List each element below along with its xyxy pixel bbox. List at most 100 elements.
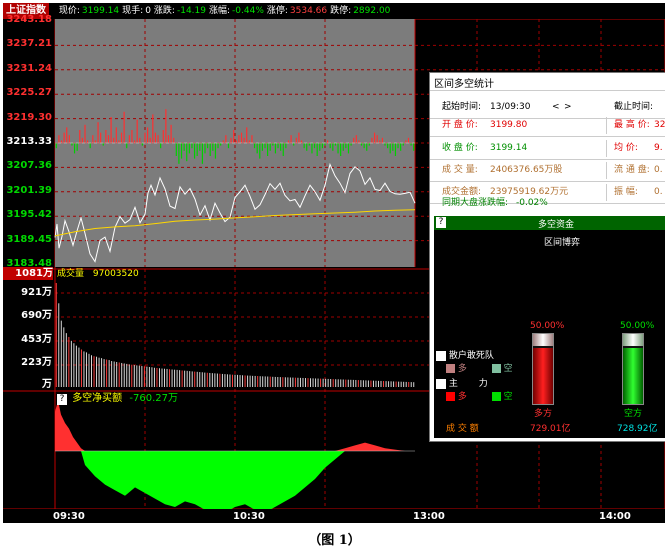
panel-title-bar[interactable]: 区间多空统计 — [430, 73, 665, 91]
retail-label: 散户敢死队 — [448, 351, 494, 361]
volume-axis-label: 223万 — [21, 357, 52, 368]
help-icon[interactable]: ? — [436, 217, 446, 228]
main-legend: 多 空 — [446, 389, 513, 402]
price-axis-label: 3219.30 — [6, 111, 52, 123]
quote-header: 上证指数 现价: 3199.14 现手: 0 涨跌: -14.19 涨幅: -0.44% 涨停:… — [3, 3, 665, 19]
panel-title: 区间多空统计 — [434, 79, 494, 90]
stat-value: 3199.14 — [490, 143, 528, 153]
main-short-label: 空 — [503, 392, 513, 402]
main-long-swatch — [446, 392, 455, 401]
stat-value: 0. — [654, 165, 663, 175]
main-force-checkbox[interactable]: 主 力 — [436, 376, 488, 389]
quote-field-value: 3534.66 — [289, 6, 328, 16]
turnover-label: 成 交 额 — [446, 424, 479, 434]
fund-sub-title: 多空资金 — [538, 220, 575, 230]
market-change-value: -0.02% — [516, 198, 548, 208]
time-axis-label: 13:00 — [413, 511, 445, 522]
price-axis-label: 3213.33 — [6, 136, 52, 147]
quote-field-value: 2892.00 — [353, 6, 391, 16]
retail-legend: 多 空 — [446, 361, 513, 374]
volume-axis-label: 690万 — [21, 310, 52, 321]
stat-divider — [606, 162, 607, 179]
time-axis-label: 09:30 — [53, 511, 85, 522]
volume-title-value: 97003520 — [92, 269, 139, 279]
checkbox-icon[interactable] — [436, 378, 446, 389]
stock-terminal-window: 上证指数 现价: 3199.14 现手: 0 涨跌: -14.19 涨幅: -0.44% 涨停:… — [3, 3, 665, 523]
main-long-label: 多 — [457, 392, 467, 402]
quote-field-label: 跌停: — [330, 6, 352, 16]
short-pct-label: 50.00% — [620, 321, 655, 331]
stat-divider — [606, 140, 607, 157]
long-side-label: 多方 — [534, 409, 553, 419]
figure-caption: （图 1） — [308, 533, 361, 548]
checkbox-icon[interactable] — [436, 350, 446, 361]
fund-sub-title-bar: ? 多空资金 — [434, 216, 665, 230]
main-force-label: 力 — [478, 379, 488, 389]
quote-field-value: 0 — [145, 6, 151, 16]
stat-value: 9. — [654, 143, 663, 153]
quote-field-value: -0.44% — [232, 6, 264, 16]
short-side-label: 空方 — [624, 409, 643, 419]
volume-axis-label: 453万 — [21, 334, 52, 345]
stat-label: 开 盘 价: — [442, 120, 478, 130]
price-axis-label: 3243.18 — [6, 14, 52, 25]
price-axis-label: 3231.24 — [6, 62, 52, 74]
stat-divider — [606, 117, 607, 134]
quote-field-label: 涨幅: — [208, 6, 231, 16]
game-title: 区间博弈 — [544, 238, 581, 248]
price-axis-label: 3195.42 — [6, 209, 52, 221]
market-change-row: 同期大盘涨跌幅: -0.02% — [430, 193, 665, 214]
quote-fields: 现价: 3199.14 现手: 0 涨跌: -14.19 涨幅: -0.44% 涨停: 3534.… — [56, 3, 391, 19]
stat-label: 最 高 价: — [614, 120, 650, 130]
price-axis-label: 3237.21 — [6, 38, 52, 50]
retail-short-swatch — [491, 364, 501, 373]
volume-highlight-label: 1081万 — [3, 267, 53, 280]
time-axis-label: 10:30 — [233, 511, 265, 522]
price-axis-label: 3225.27 — [6, 87, 52, 99]
net-buy-title: ? 多空净买额 -760.27万 — [57, 389, 178, 405]
price-axis-label: 3201.39 — [6, 184, 52, 196]
volume-title-label: 成交量 — [57, 269, 85, 279]
retail-long-swatch — [446, 364, 455, 373]
stat-value: 32 — [654, 120, 665, 130]
volume-title: 成交量 97003520 — [57, 266, 139, 279]
long-side-value: 729.01亿 — [530, 424, 571, 434]
stats-row: 收 盘 价: 3199.14 均 价: 9. — [430, 138, 665, 160]
fund-sub-panel: ? 多空资金 区间博弈 50.00% 50.00% 多方 空方 729.01亿 … — [434, 216, 665, 438]
help-icon[interactable]: ? — [57, 394, 67, 405]
stats-row: 开 盘 价: 3199.80 最 高 价: 32 — [430, 115, 665, 137]
stat-label: 流 通 盘: — [614, 165, 650, 175]
short-bar-cap — [623, 334, 643, 346]
net-buy-label: 多空净买额 — [72, 393, 123, 404]
price-axis-label: 3207.36 — [6, 160, 52, 172]
retail-long-label: 多 — [457, 364, 467, 374]
short-bar-track — [622, 333, 644, 405]
net-sell-area — [55, 451, 415, 509]
time-axis-label: 14:00 — [599, 511, 631, 522]
market-change-label: 同期大盘涨跌幅: — [442, 198, 509, 208]
quote-field-label: 现价: — [58, 6, 80, 16]
quote-field-label: 现手: — [122, 6, 144, 16]
interval-stats-panel[interactable]: 区间多空统计 起始时间: 13/09:30 < > 截止时间: 开 盘 价: 31… — [429, 72, 665, 442]
stat-value: 3199.80 — [490, 120, 528, 130]
volume-axis-label: 921万 — [21, 287, 52, 298]
long-bar-cap — [533, 334, 553, 346]
net-buy-value: -760.27万 — [129, 393, 178, 404]
stats-row: 成 交 量: 2406376.65万股 流 通 盘: 0. — [430, 160, 665, 182]
long-bar-fill — [533, 348, 553, 404]
main-label: 主 — [448, 379, 458, 389]
retail-checkbox[interactable]: 散户敢死队 — [436, 348, 494, 361]
short-side-value: 728.92亿 — [617, 424, 658, 434]
long-bar-track — [532, 333, 554, 405]
retail-short-label: 空 — [503, 364, 513, 374]
quote-field-value: 3199.14 — [81, 6, 120, 16]
quote-field-label: 涨跌: — [153, 6, 175, 16]
main-short-swatch — [491, 392, 501, 401]
stat-label: 成 交 量: — [442, 165, 478, 175]
long-pct-label: 50.00% — [530, 321, 565, 331]
stat-label: 均 价: — [614, 143, 638, 153]
quote-field-value: -14.19 — [176, 6, 206, 16]
net-buy-area — [55, 400, 415, 509]
stat-label: 收 盘 价: — [442, 143, 478, 153]
volume-axis-label: 万 — [42, 379, 52, 390]
